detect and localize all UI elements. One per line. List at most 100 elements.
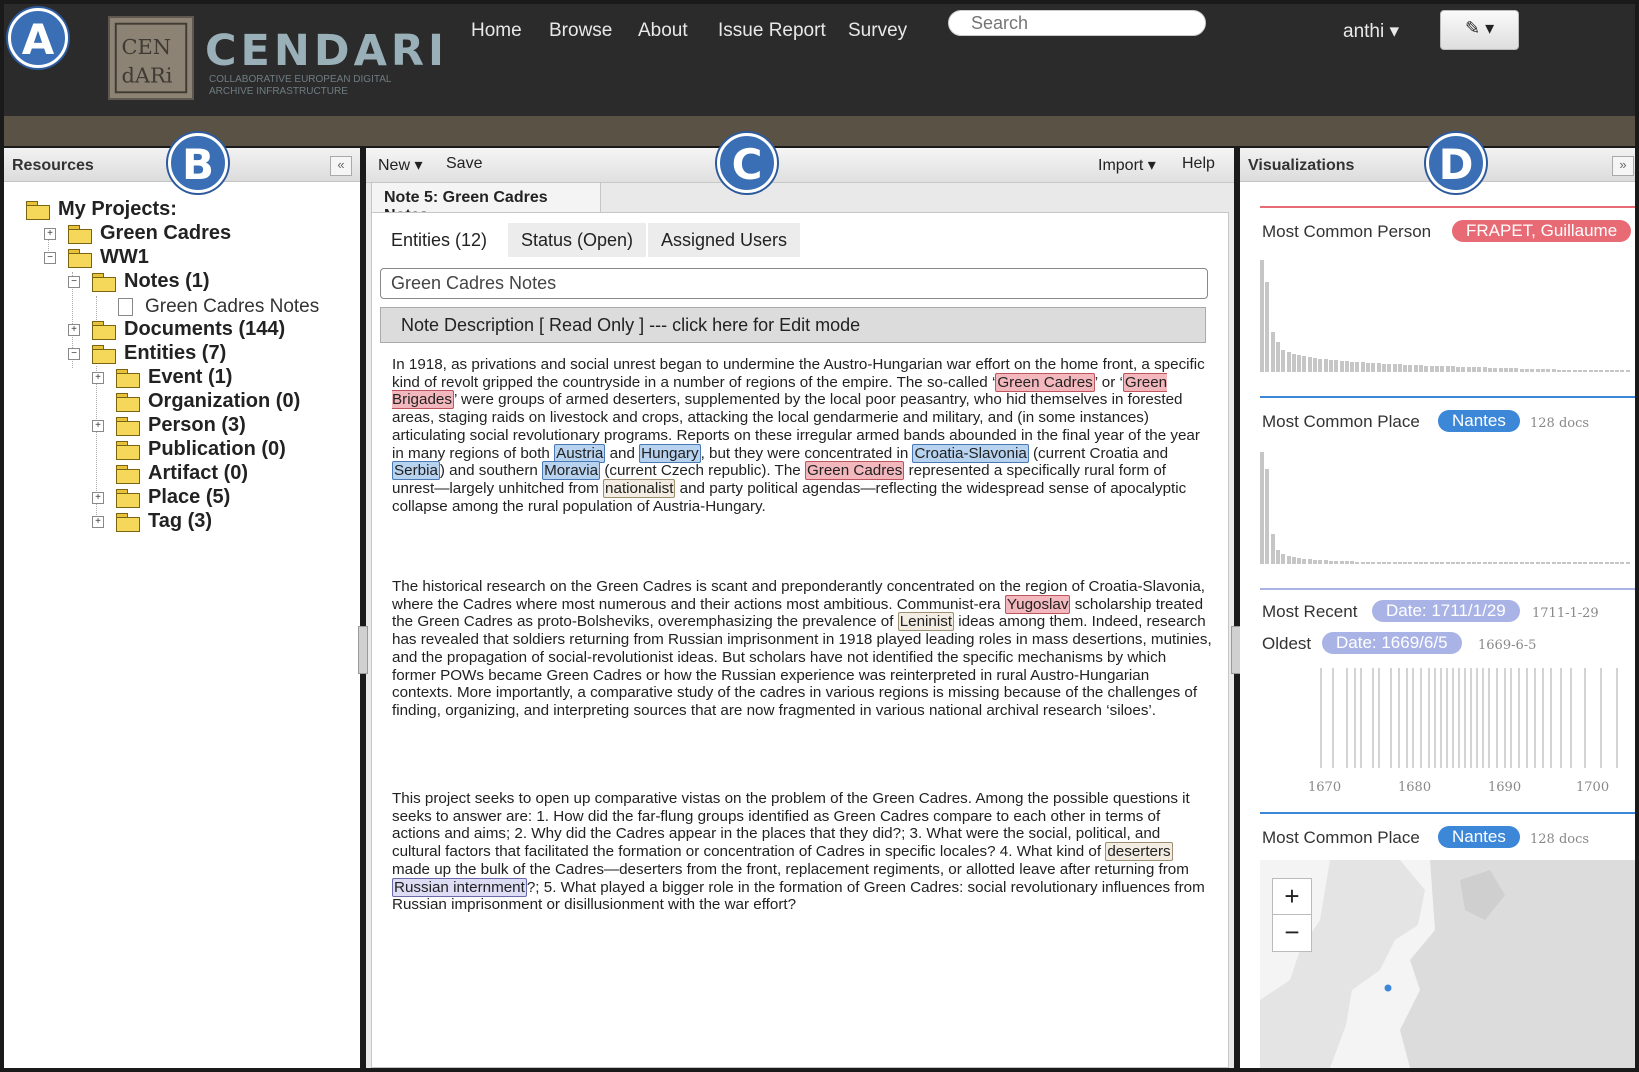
- tree-entities[interactable]: Entities (7): [92, 342, 226, 365]
- entity-tag-place[interactable]: Serbia: [392, 461, 440, 481]
- histogram-bar: [1525, 562, 1529, 564]
- collapse-left-icon[interactable]: «: [330, 156, 352, 176]
- user-menu[interactable]: anthi ▾: [1343, 20, 1399, 43]
- timeline-tick-mark: [1470, 668, 1472, 768]
- timeline-tick: 1670: [1308, 780, 1342, 795]
- timeline-tick-mark: [1378, 668, 1380, 768]
- entity-tag-person[interactable]: Green Cadres: [995, 372, 1095, 392]
- timeline-tick-mark: [1320, 668, 1322, 768]
- note-tab[interactable]: Note 5: Green Cadres Notes: [371, 182, 601, 224]
- tree-documents[interactable]: Documents (144): [92, 318, 285, 341]
- expand-plus-icon[interactable]: +: [68, 324, 80, 336]
- places-map[interactable]: + −: [1260, 860, 1635, 1068]
- histogram-bar: [1339, 561, 1344, 564]
- tree-entity-person[interactable]: Person (3): [116, 414, 246, 437]
- tab-status[interactable]: Status (Open): [508, 223, 647, 257]
- tree-entity-tag[interactable]: Tag (3): [116, 510, 212, 533]
- search-input[interactable]: [948, 10, 1206, 36]
- tree-note-green-cadres-notes[interactable]: Green Cadres Notes: [118, 296, 319, 318]
- entity-tag-person[interactable]: Green Cadres: [804, 461, 905, 481]
- tab-assigned-users[interactable]: Assigned Users: [648, 223, 801, 257]
- collapse-right-icon[interactable]: »: [1612, 156, 1634, 176]
- histogram-bar: [1318, 560, 1323, 564]
- nav-issue-report[interactable]: Issue Report: [718, 20, 826, 42]
- entity-tag-event[interactable]: Russian internment: [392, 877, 527, 897]
- histogram-bar: [1530, 369, 1535, 372]
- map-place-pill[interactable]: Nantes: [1438, 826, 1520, 848]
- new-menu[interactable]: New ▾: [378, 155, 422, 175]
- collapse-minus-icon[interactable]: −: [44, 252, 56, 264]
- entity-tag-tag[interactable]: nationalist: [603, 478, 676, 498]
- svg-text:dARi: dARi: [121, 64, 172, 88]
- histogram-bar: [1498, 562, 1503, 564]
- document-icon: [118, 298, 133, 316]
- entity-tag-tag[interactable]: Leninist: [897, 612, 955, 632]
- tree-entity-publication[interactable]: Publication (0): [116, 438, 286, 461]
- section-marker-b: B: [168, 133, 228, 193]
- help-link[interactable]: Help: [1182, 155, 1215, 173]
- tree-root-my-projects[interactable]: My Projects:: [26, 198, 177, 221]
- import-menu[interactable]: Import ▾: [1098, 155, 1156, 175]
- save-button[interactable]: Save: [446, 155, 482, 173]
- histogram-bar: [1456, 562, 1461, 564]
- histogram-bar: [1302, 559, 1307, 564]
- entity-tag-place[interactable]: Austria: [554, 443, 606, 463]
- entity-tag-place[interactable]: Moravia: [542, 461, 601, 481]
- tree-entity-artifact[interactable]: Artifact (0): [116, 462, 248, 485]
- zoom-out-button[interactable]: −: [1272, 914, 1312, 952]
- europe-map-icon: [1260, 860, 1635, 1068]
- tree-project-green-cadres[interactable]: Green Cadres: [68, 222, 231, 245]
- histogram-bar: [1307, 357, 1312, 372]
- most-common-person-pill[interactable]: FRAPET, Guillaume: [1452, 220, 1632, 242]
- histogram-bar: [1509, 562, 1514, 564]
- folder-open-icon: [68, 248, 92, 268]
- folder-icon: [116, 416, 140, 436]
- expand-plus-icon[interactable]: +: [92, 420, 104, 432]
- oldest-date-pill[interactable]: Date: 1669/6/5: [1322, 632, 1462, 654]
- edit-dropdown-button[interactable]: ✎ ▾: [1440, 10, 1519, 50]
- oldest-label: Oldest: [1262, 634, 1312, 653]
- histogram-bar: [1366, 363, 1370, 372]
- histogram-bar: [1371, 562, 1376, 564]
- place-frequency-histogram: [1260, 444, 1635, 564]
- entity-tag-place[interactable]: Croatia-Slavonia: [912, 443, 1029, 463]
- histogram-bar: [1477, 367, 1482, 372]
- tree-project-ww1[interactable]: WW1: [68, 246, 149, 269]
- nav-browse[interactable]: Browse: [549, 20, 612, 42]
- most-recent-date-pill[interactable]: Date: 1711/1/29: [1372, 600, 1520, 622]
- note-title-input[interactable]: [380, 268, 1208, 299]
- nav-about[interactable]: About: [638, 20, 688, 42]
- timeline-tick-mark: [1616, 668, 1618, 768]
- expand-plus-icon[interactable]: +: [92, 516, 104, 528]
- zoom-in-button[interactable]: +: [1272, 878, 1312, 916]
- expand-plus-icon[interactable]: +: [44, 228, 56, 240]
- histogram-bar: [1424, 562, 1429, 564]
- histogram-bar: [1620, 370, 1625, 372]
- expand-plus-icon[interactable]: +: [92, 372, 104, 384]
- entity-tag-person[interactable]: Yugoslav: [1004, 594, 1071, 614]
- histogram-bar: [1328, 561, 1333, 564]
- tree-entity-organization[interactable]: Organization (0): [116, 390, 300, 413]
- tree-entity-event[interactable]: Event (1): [116, 366, 232, 389]
- visualizations-title: Visualizations: [1248, 157, 1355, 174]
- tree-entity-place[interactable]: Place (5): [116, 486, 230, 509]
- histogram-bar: [1355, 362, 1360, 372]
- entity-tag-tag[interactable]: deserters: [1105, 842, 1173, 862]
- note-description-bar[interactable]: Note Description [ Read Only ] --- click…: [380, 307, 1206, 343]
- cendari-logo[interactable]: CEN dARi: [108, 16, 194, 100]
- left-splitter-handle[interactable]: [358, 626, 368, 674]
- entity-tag-place[interactable]: Hungary: [639, 443, 701, 463]
- nav-home[interactable]: Home: [471, 20, 522, 42]
- timeline-tick-mark: [1510, 668, 1512, 768]
- collapse-minus-icon[interactable]: −: [68, 348, 80, 360]
- histogram-bar: [1392, 562, 1397, 564]
- folder-icon: [92, 320, 116, 340]
- histogram-bar: [1477, 562, 1482, 564]
- collapse-minus-icon[interactable]: −: [68, 276, 80, 288]
- tab-entities[interactable]: Entities (12): [378, 223, 501, 257]
- most-common-place-pill[interactable]: Nantes: [1438, 410, 1520, 432]
- tree-notes[interactable]: Notes (1): [92, 270, 210, 293]
- histogram-bar: [1424, 366, 1429, 372]
- nav-survey[interactable]: Survey: [848, 20, 907, 42]
- expand-plus-icon[interactable]: +: [92, 492, 104, 504]
